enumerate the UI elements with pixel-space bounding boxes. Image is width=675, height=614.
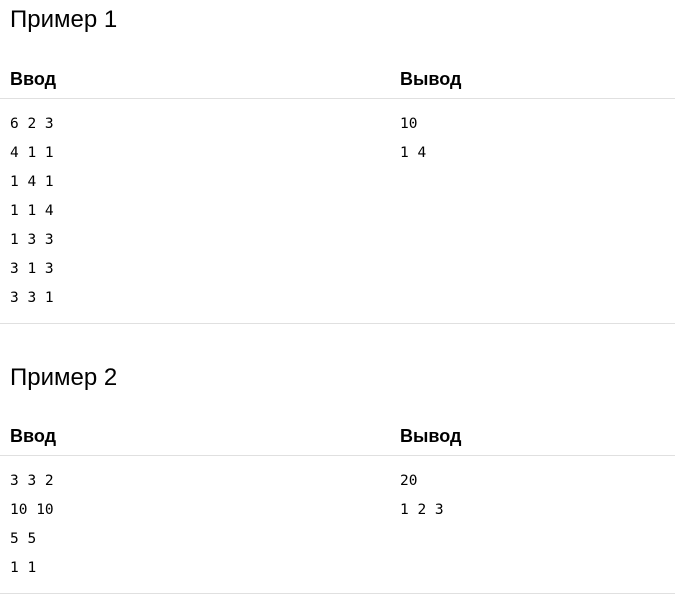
output-line: 20 bbox=[400, 473, 418, 489]
output-block: 20 1 2 3 bbox=[400, 467, 444, 525]
header-divider bbox=[0, 455, 675, 456]
input-line: 10 10 bbox=[10, 502, 54, 518]
output-line: 1 2 3 bbox=[400, 502, 444, 518]
example-bottom-divider bbox=[0, 593, 675, 594]
input-block: 3 3 2 10 10 5 5 1 1 bbox=[10, 467, 54, 583]
output-header: Вывод bbox=[400, 426, 462, 446]
example-2: Пример 2 Ввод Вывод 3 3 2 10 10 5 5 1 1 … bbox=[0, 0, 675, 614]
input-line: 5 5 bbox=[10, 531, 37, 547]
example-title: Пример 2 bbox=[10, 364, 118, 391]
input-header: Ввод bbox=[10, 426, 57, 446]
input-line: 1 1 bbox=[10, 560, 37, 576]
input-line: 3 3 2 bbox=[10, 473, 54, 489]
